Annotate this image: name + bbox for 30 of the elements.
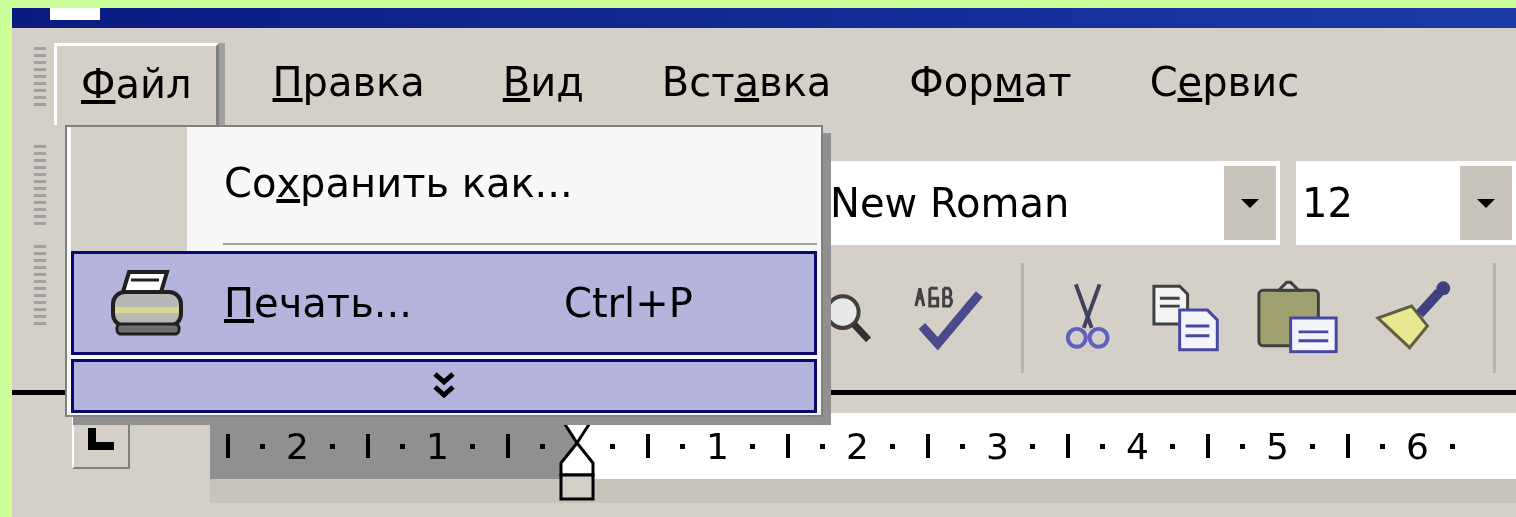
app-icon — [50, 8, 100, 20]
menu-item[interactable]: Вид — [478, 43, 608, 125]
ruler-number: 4 — [1126, 425, 1149, 467]
ruler-tick — [645, 434, 650, 458]
menu-item[interactable]: Сервис — [1125, 43, 1324, 125]
ruler-tick — [505, 434, 510, 458]
ruler-tick — [785, 434, 790, 458]
ruler-tick — [365, 434, 370, 458]
menu-command[interactable]: Сохранить как... — [71, 127, 817, 239]
ruler-tick — [225, 434, 230, 458]
ruler-tick — [1345, 434, 1350, 458]
menu-item[interactable]: Правка — [248, 43, 449, 125]
menu-item[interactable]: Вставка — [637, 43, 856, 125]
ruler-tick — [925, 434, 930, 458]
ruler-number: 1 — [426, 425, 449, 467]
ruler-number: 1 — [706, 425, 729, 467]
tab-stop-icon — [88, 428, 114, 450]
ruler-tick — [1065, 434, 1070, 458]
menu-item[interactable]: Формат — [885, 43, 1096, 125]
ruler-tick — [1205, 434, 1210, 458]
double-chevron-icon — [432, 371, 456, 401]
ruler-number: 6 — [1406, 425, 1429, 467]
ruler-number: 2 — [846, 425, 869, 467]
menu-command[interactable]: Печать... Ctrl+P — [71, 251, 817, 355]
font-size-field[interactable]: 12 — [1296, 161, 1516, 245]
expand-menu-button[interactable] — [71, 359, 817, 413]
ruler-number: 3 — [986, 425, 1009, 467]
ruler-number: 2 — [286, 425, 309, 467]
ruler-number: 5 — [1266, 425, 1289, 467]
shortcut-label: Ctrl+P — [564, 280, 693, 326]
